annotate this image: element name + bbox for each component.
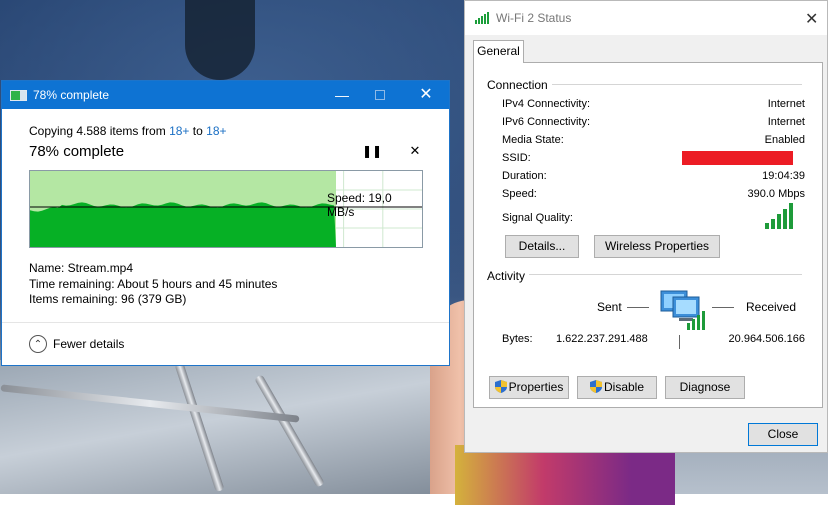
properties-button[interactable]: Properties bbox=[489, 376, 569, 399]
background-boat-deck bbox=[0, 360, 470, 494]
ssid-redaction bbox=[682, 151, 793, 165]
wireless-properties-button[interactable]: Wireless Properties bbox=[594, 235, 720, 258]
diagnose-button[interactable]: Diagnose bbox=[665, 376, 745, 399]
chevron-up-icon: ⌃ bbox=[29, 335, 47, 353]
speed-label: Speed: 19,0 MB/s bbox=[327, 191, 392, 219]
ipv6-label: IPv6 Connectivity: bbox=[502, 116, 591, 128]
copying-summary: Copying 4.588 items from 18+ to 18+ bbox=[29, 124, 227, 138]
general-tab-panel: Connection IPv4 Connectivity: Internet I… bbox=[473, 62, 823, 408]
properties-label: Properties bbox=[508, 380, 564, 394]
ssid-label: SSID: bbox=[502, 152, 531, 164]
sent-label: Sent bbox=[597, 300, 622, 314]
transfer-speed-graph: Speed: 19,0 MB/s bbox=[29, 170, 423, 248]
disable-button[interactable]: Disable bbox=[577, 376, 657, 399]
media-state-label: Media State: bbox=[502, 134, 564, 146]
tab-general[interactable]: General bbox=[473, 40, 524, 63]
speed-label: Speed: bbox=[502, 188, 537, 200]
bytes-divider bbox=[679, 335, 680, 349]
details-button[interactable]: Details... bbox=[505, 235, 579, 258]
maximize-icon bbox=[375, 90, 385, 100]
activity-heading: Activity bbox=[487, 269, 530, 283]
network-computers-icon bbox=[660, 290, 705, 330]
close-dialog-button[interactable]: Close bbox=[748, 423, 818, 446]
signal-quality-label: Signal Quality: bbox=[502, 212, 573, 224]
group-divider bbox=[488, 274, 802, 275]
disable-label: Disable bbox=[603, 380, 645, 394]
wifi-window-title: Wi-Fi 2 Status bbox=[496, 11, 572, 25]
items-remaining: Items remaining: 96 (379 GB) bbox=[29, 292, 187, 306]
background-shape bbox=[185, 0, 255, 80]
bytes-received-value: 20.964.506.166 bbox=[728, 333, 805, 345]
fewer-details-button[interactable]: ⌃ Fewer details bbox=[29, 335, 124, 353]
source-folder-link[interactable]: 18+ bbox=[169, 124, 189, 138]
file-name: Name: Stream.mp4 bbox=[29, 261, 134, 275]
speed-value: 390.0 Mbps bbox=[747, 188, 805, 200]
background-person bbox=[455, 445, 675, 505]
copy-window-title: 78% complete bbox=[33, 88, 110, 102]
minimize-button[interactable]: — bbox=[330, 85, 354, 105]
time-remaining: Time remaining: About 5 hours and 45 min… bbox=[29, 277, 278, 291]
wifi-status-window: Wi-Fi 2 Status ✕ General Connection IPv4… bbox=[464, 0, 828, 453]
bytes-sent-value: 1.622.237.291.488 bbox=[556, 333, 648, 345]
connection-heading: Connection bbox=[487, 78, 552, 92]
uac-shield-icon bbox=[494, 380, 507, 393]
ipv4-label: IPv4 Connectivity: bbox=[502, 98, 591, 110]
speed-area bbox=[30, 202, 336, 247]
cancel-copy-button[interactable]: ✕ bbox=[408, 143, 422, 158]
pause-button[interactable]: ❚❚ bbox=[362, 144, 382, 158]
copying-prefix: Copying 4.588 items from bbox=[29, 124, 166, 138]
duration-label: Duration: bbox=[502, 170, 547, 182]
media-state-value: Enabled bbox=[764, 134, 805, 146]
uac-shield-icon bbox=[589, 380, 602, 393]
signal-quality-icon bbox=[765, 203, 793, 229]
divider bbox=[2, 322, 449, 323]
to-word: to bbox=[192, 124, 203, 138]
progress-heading: 78% complete bbox=[29, 143, 125, 160]
destination-folder-link[interactable]: 18+ bbox=[206, 124, 226, 138]
maximize-button[interactable] bbox=[368, 85, 392, 105]
wifi-titlebar[interactable]: Wi-Fi 2 Status ✕ bbox=[465, 1, 827, 35]
bytes-label: Bytes: bbox=[502, 333, 533, 345]
received-line bbox=[712, 307, 734, 308]
duration-value: 19:04:39 bbox=[762, 170, 805, 182]
copy-progress-window: 78% complete — ✕ Copying 4.588 items fro… bbox=[1, 80, 450, 366]
ipv6-value: Internet bbox=[767, 116, 805, 128]
copy-progress-icon bbox=[10, 90, 27, 101]
fewer-details-label: Fewer details bbox=[53, 337, 125, 351]
wifi-close-icon[interactable]: ✕ bbox=[805, 9, 818, 29]
close-button[interactable]: ✕ bbox=[414, 85, 438, 105]
wifi-signal-icon bbox=[475, 12, 489, 24]
ipv4-value: Internet bbox=[767, 98, 805, 110]
sent-line bbox=[627, 307, 649, 308]
received-label: Received bbox=[746, 300, 797, 314]
copy-titlebar[interactable]: 78% complete — ✕ bbox=[2, 81, 449, 109]
